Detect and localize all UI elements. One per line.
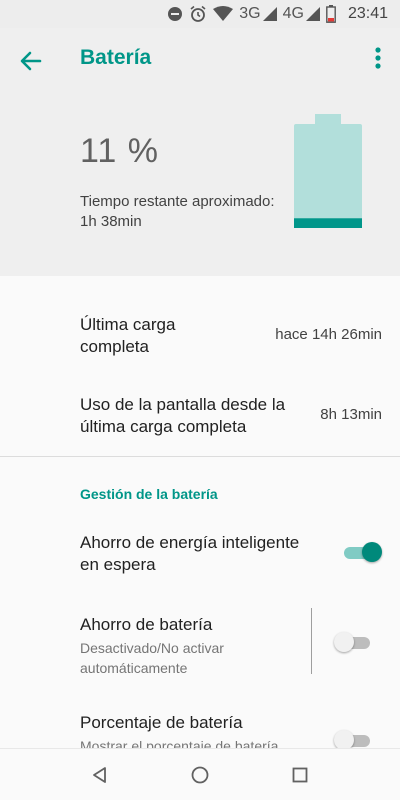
battery-percentage-description: Mostrar el porcentaje de batería: [80, 738, 279, 748]
battery-management-header: Gestión de la batería: [80, 486, 218, 502]
smart-standby-label-line1: Ahorro de energía inteligente: [80, 533, 300, 552]
alarm-icon: [189, 5, 207, 23]
more-options-button[interactable]: [374, 46, 382, 70]
last-full-charge-value: hace 14h 26min: [275, 326, 382, 343]
screen-usage-label-line2: última carga completa: [80, 417, 247, 436]
battery-saver-status-line2: automáticamente: [80, 660, 188, 676]
screen-usage-label-line1: Uso de la pantalla desde la: [80, 395, 286, 414]
vertical-separator: [311, 608, 312, 674]
section-divider: [0, 456, 400, 457]
screen-usage-row[interactable]: Uso de la pantalla desde la última carga…: [0, 376, 400, 452]
wifi-icon: [213, 6, 234, 22]
more-vert-icon: [375, 47, 381, 69]
battery-saver-status-line1: Desactivado/No activar: [80, 640, 224, 656]
status-bar: 3G 4G 23:41: [0, 0, 400, 28]
battery-saver-toggle[interactable]: [334, 630, 374, 654]
back-triangle-icon: [93, 767, 106, 783]
battery-low-icon: [326, 5, 336, 23]
navigation-bar: [0, 748, 400, 800]
smart-standby-toggle[interactable]: [342, 540, 382, 564]
toggle-thumb: [362, 542, 382, 562]
home-circle-icon: [191, 766, 209, 784]
smart-standby-label-line2: en espera: [80, 555, 156, 574]
smart-standby-row[interactable]: Ahorro de energía inteligente en espera: [0, 522, 400, 586]
page-title: Batería: [80, 46, 152, 69]
battery-percentage-row[interactable]: Porcentaje de batería Mostrar el porcent…: [0, 702, 400, 748]
nav-home-button[interactable]: [190, 765, 210, 785]
battery-percentage-toggle[interactable]: [334, 728, 374, 748]
nav-back-button[interactable]: [90, 765, 110, 785]
status-time: 23:41: [347, 5, 388, 22]
arrow-back-icon: [20, 51, 42, 71]
battery-saver-label: Ahorro de batería: [80, 615, 213, 634]
battery-header-panel: Batería 11 % Tiempo restante aproximado:…: [0, 28, 400, 276]
battery-settings-screen: 3G 4G 23:41 Batería 11 % Tiempo restante…: [0, 0, 400, 800]
do-not-disturb-icon: [167, 6, 183, 22]
last-full-charge-label-line1: Última carga: [80, 315, 176, 334]
last-full-charge-label-line2: completa: [80, 337, 149, 356]
remaining-time-label: Tiempo restante aproximado:: [80, 193, 275, 210]
battery-percent: 11 %: [80, 132, 159, 170]
back-button[interactable]: [18, 48, 44, 74]
remaining-time-value: 1h 38min: [80, 213, 142, 230]
signal-icon: [262, 7, 277, 21]
screen-usage-value: 8h 13min: [320, 406, 382, 423]
network-4g-label: 4G: [282, 5, 304, 22]
signal-icon: [305, 7, 320, 21]
battery-body: [294, 124, 362, 228]
toggle-thumb: [334, 730, 354, 748]
battery-fill: [294, 218, 362, 228]
battery-percentage-label: Porcentaje de batería: [80, 713, 243, 732]
recents-square-icon: [292, 767, 308, 783]
last-full-charge-row[interactable]: Última carga completa hace 14h 26min: [0, 296, 400, 372]
battery-terminal: [315, 114, 341, 124]
network-3g-label: 3G: [239, 5, 261, 22]
nav-recents-button[interactable]: [290, 765, 310, 785]
toggle-thumb: [334, 632, 354, 652]
battery-level-icon: [294, 114, 362, 228]
